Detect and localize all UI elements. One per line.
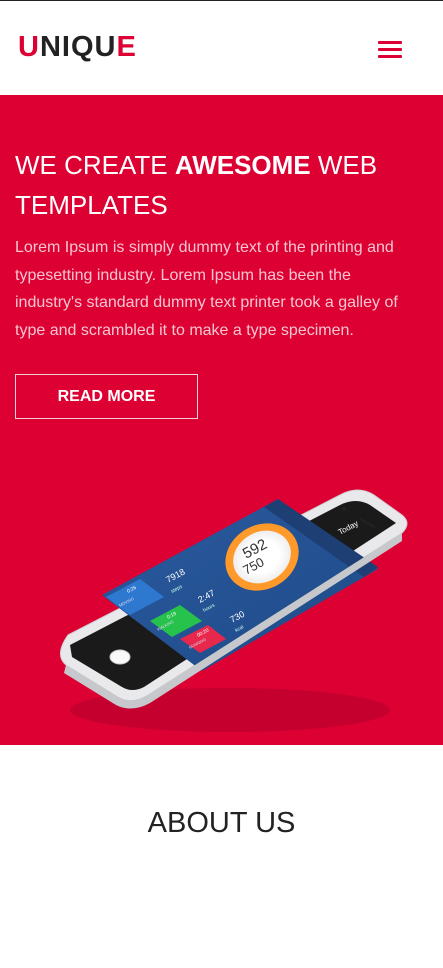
logo-letter-e: E — [116, 31, 137, 63]
about-title: ABOUT US — [147, 807, 296, 839]
logo-letters: NIQU — [39, 31, 117, 63]
logo-letter-u: U — [18, 31, 40, 63]
hamburger-menu-icon[interactable] — [378, 39, 404, 59]
hero-title-pre: WE CREATE — [15, 150, 175, 180]
hero-section: WE CREATE AWESOME WEB TEMPLATES Lorem Ip… — [0, 95, 443, 745]
hero-title: WE CREATE AWESOME WEB TEMPLATES — [15, 145, 425, 225]
hero-title-bold: AWESOME — [174, 150, 311, 180]
about-section: ABOUT US — [0, 745, 443, 968]
phone-image: 592 750 Today 7918 2:47 730 steps hours … — [40, 475, 420, 745]
site-header: UNIQUE — [0, 1, 443, 95]
read-more-button[interactable]: READ MORE — [15, 374, 198, 419]
hero-description: Lorem Ipsum is simply dummy text of the … — [15, 239, 398, 339]
site-logo[interactable]: UNIQUE — [18, 31, 137, 63]
